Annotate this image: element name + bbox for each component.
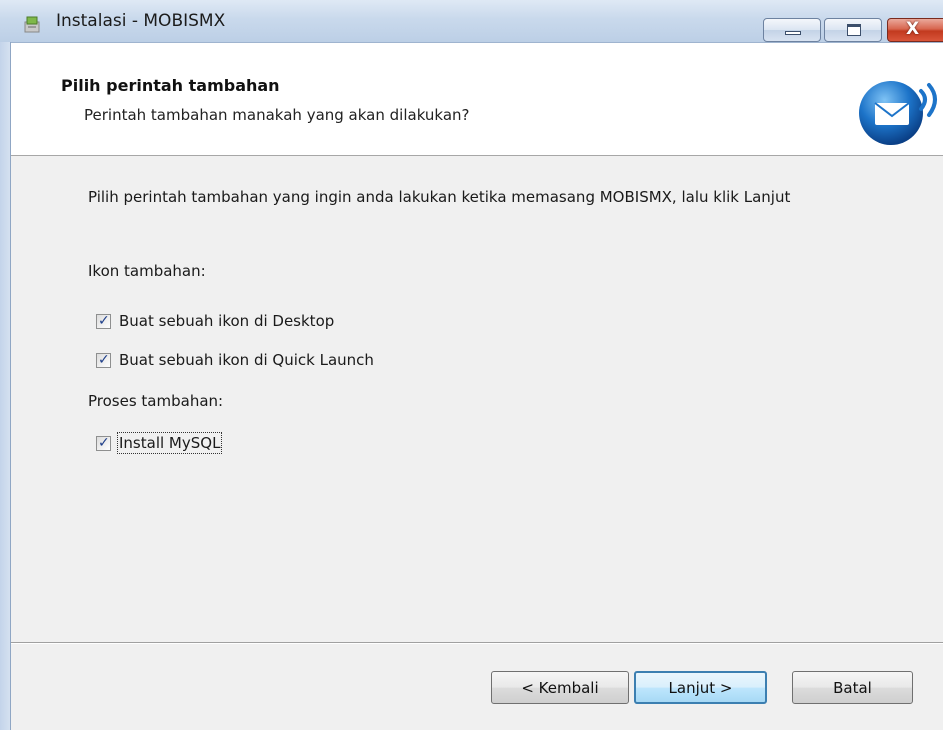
- minimize-icon: [785, 31, 801, 35]
- cancel-button[interactable]: Batal: [792, 671, 913, 704]
- checkbox-quick-launch-label[interactable]: Buat sebuah ikon di Quick Launch: [119, 351, 374, 369]
- checkmark-icon: ✓: [98, 312, 110, 329]
- next-button[interactable]: Lanjut >: [634, 671, 767, 704]
- checkmark-icon: ✓: [98, 351, 110, 368]
- wizard-content: Pilih perintah tambahan yang ingin anda …: [11, 156, 943, 642]
- title-bar[interactable]: Instalasi - MOBISMX X: [0, 0, 943, 43]
- maximize-button[interactable]: [824, 18, 882, 42]
- checkbox-desktop-label[interactable]: Buat sebuah ikon di Desktop: [119, 312, 334, 330]
- checkbox-install-mysql-box[interactable]: ✓: [96, 434, 111, 451]
- checkbox-install-mysql-label[interactable]: Install MySQL: [116, 432, 223, 454]
- checkbox-install-mysql[interactable]: ✓ Install MySQL: [96, 432, 223, 454]
- maximize-icon: [847, 24, 861, 36]
- mail-signal-icon: [859, 81, 937, 145]
- checkbox-quick-launch-box[interactable]: ✓: [96, 351, 111, 368]
- wizard-header: Pilih perintah tambahan Perintah tambaha…: [11, 43, 943, 156]
- group-label-processes: Proses tambahan:: [88, 392, 224, 410]
- intro-text: Pilih perintah tambahan yang ingin anda …: [88, 188, 791, 206]
- minimize-button[interactable]: [763, 18, 821, 42]
- installer-app-icon: [24, 16, 40, 33]
- installer-window: Instalasi - MOBISMX X Pilih perintah tam…: [0, 0, 943, 730]
- group-label-icons: Ikon tambahan:: [88, 262, 206, 280]
- window-frame-left: [0, 42, 11, 730]
- close-icon: X: [906, 19, 920, 39]
- checkbox-desktop-icon[interactable]: ✓ Buat sebuah ikon di Desktop: [96, 310, 334, 332]
- page-title: Pilih perintah tambahan: [61, 76, 280, 95]
- window-title: Instalasi - MOBISMX: [56, 11, 226, 31]
- checkbox-quick-launch-icon[interactable]: ✓ Buat sebuah ikon di Quick Launch: [96, 349, 374, 371]
- checkmark-icon: ✓: [98, 434, 110, 451]
- close-button[interactable]: X: [887, 18, 943, 42]
- checkbox-desktop-box[interactable]: ✓: [96, 312, 111, 329]
- wizard-footer: < Kembali Lanjut > Batal: [11, 644, 943, 730]
- page-subtitle: Perintah tambahan manakah yang akan dila…: [84, 106, 470, 124]
- back-button[interactable]: < Kembali: [491, 671, 629, 704]
